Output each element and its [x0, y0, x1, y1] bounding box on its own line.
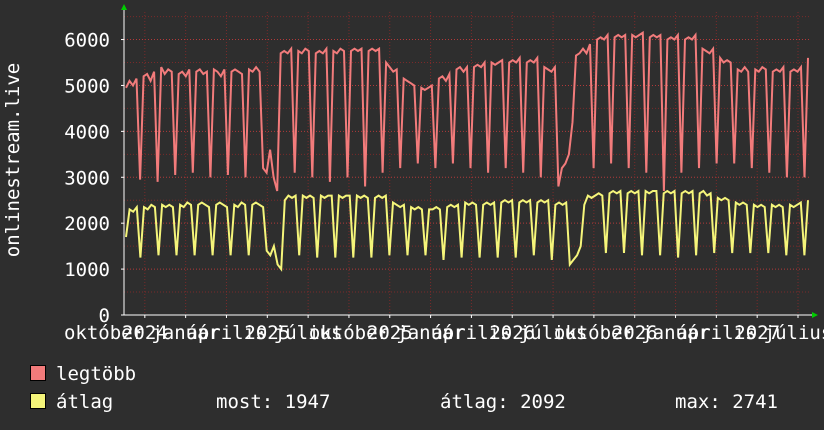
y-tick-label: 6000 [64, 30, 110, 52]
series-line-atlag [125, 189, 809, 272]
y-tick-label: 4000 [64, 121, 110, 143]
y-tick-labels: 0100020003000400050006000 [64, 30, 110, 327]
stat-max: max: 2741 [675, 391, 778, 413]
y-tick-label: 2000 [64, 213, 110, 235]
legend-swatch-legtobb [30, 365, 46, 381]
x-tick-label: július [764, 322, 824, 344]
line-chart: 0100020003000400050006000 október2024jan… [64, 4, 824, 344]
stat-average: átlag: 2092 [440, 391, 566, 413]
y-axis-label-text: onlinestream.live [2, 62, 24, 258]
legend-label-atlag: átlag [56, 391, 114, 413]
series-layer [125, 30, 809, 272]
y-tick-label: 3000 [64, 167, 110, 189]
x-tick-labels: október2024januáráprilis2025júliusoktóbe… [64, 322, 824, 344]
y-axis-arrow [121, 4, 127, 10]
series-line-legtobb [125, 30, 809, 192]
legend-label-legtobb: legtöbb [56, 363, 137, 385]
legend-item-atlag: átlag [30, 391, 113, 413]
x-axis-arrow [812, 312, 818, 318]
y-tick-label: 5000 [64, 75, 110, 97]
legend-swatch-atlag [30, 393, 46, 409]
stat-now: most: 1947 [216, 391, 331, 413]
legend-item-legtobb: legtöbb [30, 363, 136, 385]
y-axis-label: onlinestream.live [0, 0, 26, 320]
y-tick-label: 1000 [64, 259, 110, 281]
